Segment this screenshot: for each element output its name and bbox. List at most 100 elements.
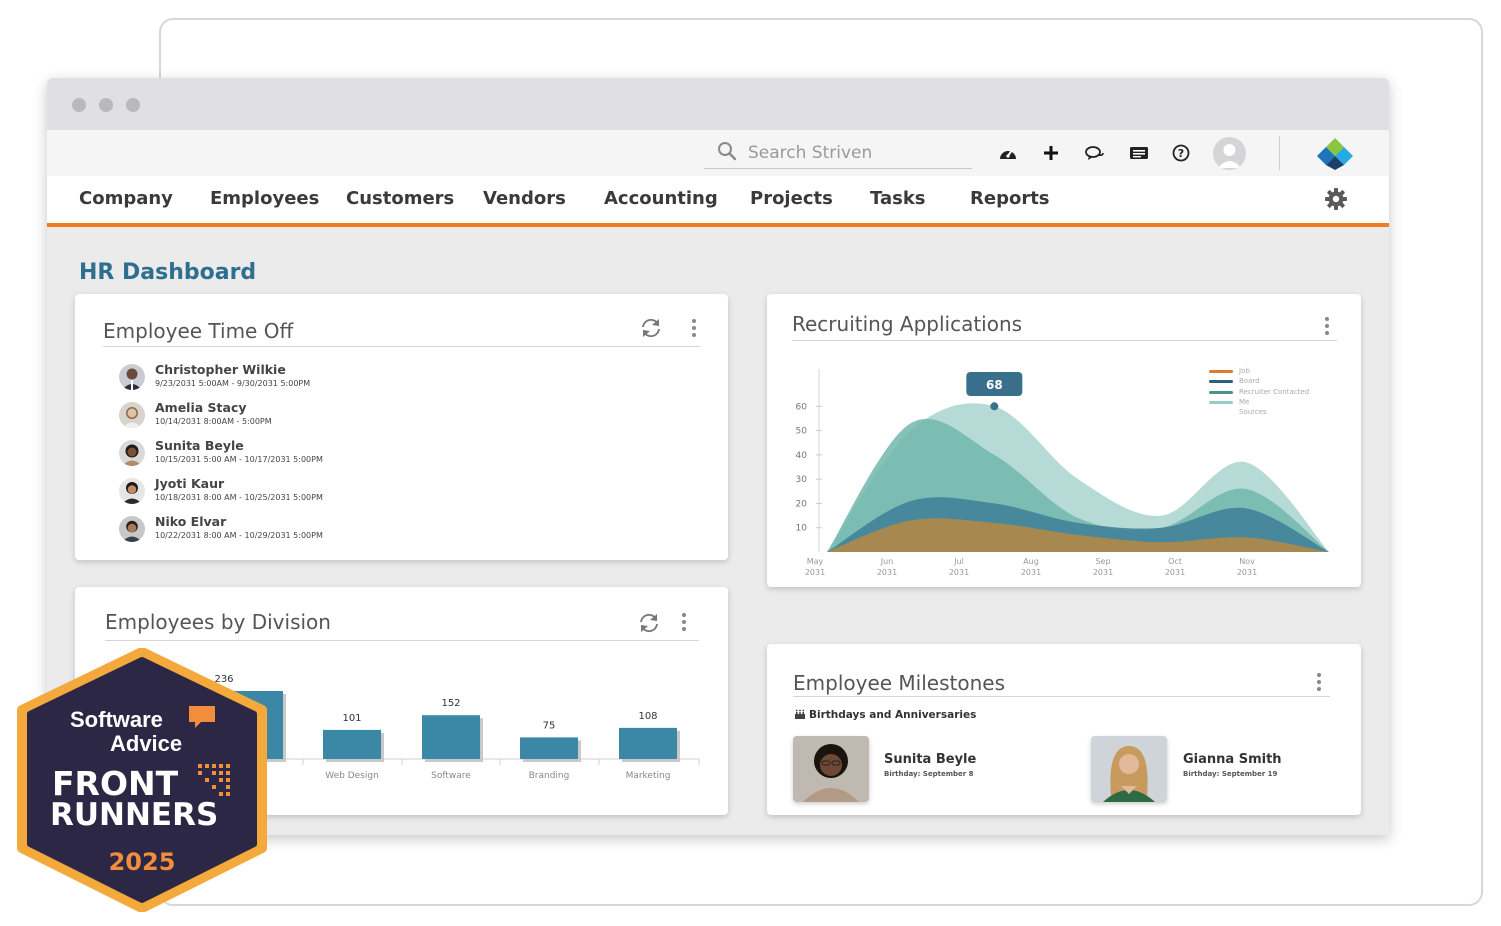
nav-projects[interactable]: Projects <box>750 188 833 209</box>
employee-name: Christopher Wilkie <box>155 362 286 377</box>
bar-value-label: 152 <box>441 698 460 709</box>
avatar <box>119 402 145 428</box>
avatar <box>119 364 145 390</box>
legend-label: Me <box>1239 398 1250 406</box>
time-off-title: Employee Time Off <box>103 319 294 343</box>
x-tick-label: 2031 <box>805 568 825 577</box>
legend-label: Job <box>1239 367 1250 375</box>
legend-label: Recruiter Contacted <box>1239 388 1310 396</box>
y-tick-label: 10 <box>796 524 808 534</box>
toolbar-divider <box>1279 136 1280 170</box>
avatar <box>119 440 145 466</box>
window-minimize-dot[interactable] <box>99 98 113 112</box>
x-tick-label: Nov <box>1239 557 1255 566</box>
category-label: Software <box>431 771 471 781</box>
cake-icon <box>795 709 805 719</box>
top-toolbar: ? <box>47 130 1389 176</box>
x-tick-label: 2031 <box>1165 568 1185 577</box>
milestones-title: Employee Milestones <box>793 671 1005 695</box>
x-tick-label: Jul <box>953 557 964 566</box>
card-divider <box>103 346 700 347</box>
tooltip-value: 68 <box>986 378 1003 392</box>
kebab-menu-icon[interactable] <box>691 318 697 338</box>
x-tick-label: Jun <box>880 557 894 566</box>
badge-line2: Advice <box>110 731 182 756</box>
page-title: HR Dashboard <box>79 260 257 285</box>
employee-name: Jyoti Kaur <box>155 476 225 491</box>
category-label: Web Design <box>325 771 379 781</box>
refresh-icon[interactable] <box>639 316 663 340</box>
time-off-dates: 10/22/2031 8:00 AM - 10/29/2031 5:00PM <box>155 531 323 540</box>
y-tick-label: 20 <box>796 499 808 509</box>
time-off-dates: 10/15/2031 5:00 AM - 10/17/2031 5:00PM <box>155 455 323 464</box>
milestone-photo <box>793 736 869 802</box>
category-label: Branding <box>529 771 570 781</box>
help-icon[interactable]: ? <box>1170 142 1192 164</box>
search-box[interactable] <box>704 138 972 169</box>
bar <box>520 737 578 759</box>
time-off-dates: 10/14/2031 8:00AM - 5:00PM <box>155 417 272 426</box>
legend-label: Sources <box>1239 408 1267 416</box>
employee-name: Amelia Stacy <box>155 400 247 415</box>
milestones-subtitle: Birthdays and Anniversaries <box>809 709 977 721</box>
nav-customers[interactable]: Customers <box>346 188 454 209</box>
nav-vendors[interactable]: Vendors <box>483 188 566 209</box>
bar <box>619 727 677 759</box>
recruiting-card: Recruiting Applications 10 20 30 40 50 60 May 2… <box>767 294 1361 587</box>
legend-label: Board <box>1239 377 1260 385</box>
x-tick-label: 2031 <box>1021 568 1041 577</box>
y-tick-label: 60 <box>796 402 808 412</box>
nav-accounting[interactable]: Accounting <box>604 188 718 209</box>
card-divider <box>793 696 1330 697</box>
category-label: Marketing <box>626 771 671 781</box>
x-tick-label: 2031 <box>1237 568 1257 577</box>
x-tick-label: 2031 <box>877 568 897 577</box>
window-close-dot[interactable] <box>72 98 86 112</box>
x-tick-label: Oct <box>1168 557 1182 566</box>
nav-company[interactable]: Company <box>79 188 173 209</box>
user-avatar[interactable] <box>1213 137 1246 170</box>
x-tick-label: May <box>807 557 824 566</box>
nav-employees[interactable]: Employees <box>210 188 319 209</box>
bar <box>323 729 381 759</box>
employee-name: Sunita Beyle <box>155 438 244 453</box>
plus-icon[interactable] <box>1040 142 1062 164</box>
milestone-photo <box>1091 736 1167 802</box>
avatar <box>119 478 145 504</box>
bar <box>422 715 480 759</box>
x-tick-label: Aug <box>1023 557 1039 566</box>
milestone-name: Sunita Beyle <box>884 752 977 767</box>
settings-gear-icon[interactable] <box>1324 187 1348 211</box>
bar-value-label: 75 <box>543 720 556 731</box>
recruiting-area-chart: 10 20 30 40 50 60 May 2031 Jun 2031 Jul 2031 Aug 2031… <box>796 369 1329 577</box>
badge-line1: Software <box>70 707 163 732</box>
milestone-name: Gianna Smith <box>1183 752 1282 767</box>
kebab-menu-icon[interactable] <box>1316 672 1322 692</box>
time-off-card: Employee Time Off Christopher Wilkie 9/2… <box>75 294 728 560</box>
bar-value-label: 108 <box>638 711 657 722</box>
highlight-point <box>990 402 999 411</box>
search-input[interactable] <box>748 141 968 165</box>
time-off-dates: 10/18/2031 8:00 AM - 10/25/2031 5:00PM <box>155 493 323 502</box>
striven-logo-icon[interactable] <box>1317 138 1353 170</box>
y-tick-label: 40 <box>796 451 808 461</box>
x-tick-label: 2031 <box>1093 568 1113 577</box>
employee-name: Niko Elvar <box>155 514 227 529</box>
avatar <box>119 516 145 542</box>
chat-icon[interactable] <box>1084 142 1106 164</box>
milestone-detail: Birthday: September 8 <box>884 770 974 778</box>
window-maximize-dot[interactable] <box>126 98 140 112</box>
time-off-dates: 9/23/2031 5:00AM - 9/30/2031 5:00PM <box>155 379 311 388</box>
x-tick-label: 2031 <box>949 568 969 577</box>
x-tick-label: Sep <box>1095 557 1110 566</box>
y-tick-label: 50 <box>796 427 808 437</box>
milestones-card: Employee Milestones Birthdays and Annive… <box>767 644 1361 815</box>
search-icon <box>718 142 737 161</box>
software-advice-frontrunners-badge: Software Advice FRONT RUNNERS 2025 <box>17 648 267 912</box>
bar-value-label: 101 <box>342 713 361 724</box>
messages-icon[interactable] <box>1128 142 1150 164</box>
milestone-detail: Birthday: September 19 <box>1183 770 1278 778</box>
dashboard-icon[interactable] <box>997 142 1019 164</box>
nav-reports[interactable]: Reports <box>970 188 1050 209</box>
nav-tasks[interactable]: Tasks <box>870 188 926 209</box>
